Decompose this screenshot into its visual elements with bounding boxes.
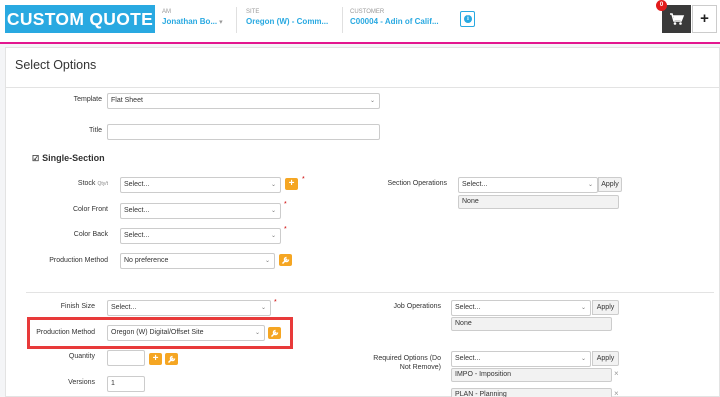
- divider: [236, 7, 237, 33]
- info-button[interactable]: i: [460, 11, 475, 27]
- cart-count-badge: 0: [656, 0, 667, 11]
- job-operations-apply-button[interactable]: Apply: [592, 300, 619, 315]
- info-icon: i: [464, 15, 472, 23]
- check-icon: ☑: [32, 154, 40, 163]
- cart-button[interactable]: [662, 5, 691, 33]
- am-label: AM: [162, 9, 171, 15]
- am-value: Jonathan Bo...: [162, 17, 218, 26]
- section-title-text: Single-Section: [42, 153, 105, 163]
- section-operations-select[interactable]: Select... ⌄: [458, 177, 598, 193]
- stock-label: Stock Qty/t: [78, 180, 108, 187]
- color-back-value: Select...: [124, 232, 150, 239]
- color-back-select[interactable]: Select... ⌄: [120, 228, 281, 244]
- finish-size-value: Select...: [111, 304, 137, 311]
- required-options-label-line1: Required Options (Do: [373, 355, 441, 362]
- plus-icon: +: [152, 353, 159, 364]
- section-title: ☑ Single-Section: [32, 153, 105, 163]
- chevron-down-icon: ⌄: [270, 182, 276, 188]
- required-mark: *: [284, 226, 287, 233]
- section-operations-apply-button[interactable]: Apply: [598, 177, 622, 192]
- site-value: Oregon (W) - Comm...: [246, 17, 329, 26]
- production-method-value: No preference: [124, 257, 169, 264]
- template-select[interactable]: Flat Sheet ⌄: [107, 93, 380, 109]
- chevron-down-icon: ⌄: [270, 208, 276, 214]
- chevron-down-icon: ▾: [219, 19, 223, 26]
- quantity-label: Quantity: [68, 353, 95, 360]
- divider: [26, 292, 714, 293]
- title-input[interactable]: [107, 124, 380, 140]
- section-operations-label: Section Operations: [387, 180, 447, 187]
- site-label: SITE: [246, 9, 260, 15]
- required-option-item: IMPO - Imposition: [451, 368, 612, 382]
- plus-icon: +: [288, 178, 295, 189]
- wrench-icon: [167, 355, 176, 364]
- job-operations-label: Job Operations: [393, 303, 441, 310]
- color-front-label: Color Front: [72, 206, 108, 213]
- section-operations-value: Select...: [462, 181, 488, 188]
- stock-sublabel: Qty/t: [97, 181, 108, 187]
- color-front-value: Select...: [124, 207, 150, 214]
- template-label: Template: [73, 96, 102, 103]
- chevron-down-icon: ⌄: [587, 182, 593, 188]
- production-method-label: Production Method: [49, 257, 108, 264]
- customer-label: CUSTOMER: [350, 9, 385, 15]
- stock-select[interactable]: Select... ⌄: [120, 177, 281, 193]
- add-button[interactable]: +: [692, 5, 717, 33]
- section-operations-selected: None: [458, 195, 619, 209]
- chevron-down-icon: ⌄: [270, 233, 276, 239]
- stock-value: Select...: [124, 181, 150, 188]
- required-options-label: Required Options (Do Not Remove): [373, 354, 441, 372]
- add-stock-button[interactable]: +: [285, 178, 298, 190]
- chevron-down-icon: ⌄: [580, 305, 586, 311]
- top-bar: CUSTOM QUOTE AM Jonathan Bo... ▾ SITE Ore…: [0, 0, 720, 44]
- stock-label-text: Stock: [77, 180, 96, 187]
- highlight-box: [27, 317, 293, 349]
- wrench-icon: [281, 256, 290, 265]
- quantity-settings-button[interactable]: [165, 353, 178, 365]
- customer-selector[interactable]: CUSTOMER C00004 - Adin of Calif...: [350, 8, 439, 34]
- production-method-select[interactable]: No preference ⌄: [120, 253, 275, 269]
- finish-size-select[interactable]: Select... ⌄: [107, 300, 271, 316]
- production-method-settings-button[interactable]: [279, 254, 292, 266]
- template-value: Flat Sheet: [111, 97, 143, 104]
- select-options-panel: Select Options Template Flat Sheet ⌄ Tit…: [5, 47, 720, 397]
- site-selector[interactable]: SITE Oregon (W) - Comm...: [246, 8, 328, 34]
- chevron-down-icon: ⌄: [264, 258, 270, 264]
- color-front-select[interactable]: Select... ⌄: [120, 203, 281, 219]
- am-selector[interactable]: AM Jonathan Bo... ▾: [162, 8, 223, 34]
- versions-input[interactable]: 1: [107, 376, 145, 392]
- color-back-label: Color Back: [73, 231, 108, 238]
- job-operations-select[interactable]: Select... ⌄: [451, 300, 591, 316]
- chevron-down-icon: ⌄: [260, 305, 266, 311]
- quantity-input[interactable]: [107, 350, 145, 366]
- required-options-value: Select...: [455, 355, 481, 362]
- remove-icon[interactable]: ×: [614, 389, 619, 397]
- required-options-apply-button[interactable]: Apply: [592, 351, 619, 366]
- finish-size-label: Finish Size: [60, 303, 95, 310]
- required-mark: *: [274, 299, 277, 306]
- required-option-item: PLAN - Planning: [451, 388, 612, 397]
- required-options-label-line2: Not Remove): [399, 364, 441, 371]
- chevron-down-icon: ⌄: [369, 98, 375, 104]
- versions-label: Versions: [68, 379, 95, 386]
- job-operations-selected: None: [451, 317, 612, 331]
- divider: [342, 7, 343, 33]
- cart-icon: [670, 13, 685, 25]
- chevron-down-icon: ⌄: [580, 356, 586, 362]
- title-label: Title: [89, 127, 102, 134]
- divider: [6, 87, 719, 88]
- add-quantity-button[interactable]: +: [149, 353, 162, 365]
- panel-title: Select Options: [15, 58, 97, 72]
- required-options-select[interactable]: Select... ⌄: [451, 351, 591, 367]
- required-mark: *: [302, 176, 305, 183]
- required-mark: *: [284, 201, 287, 208]
- job-operations-value: Select...: [455, 304, 481, 311]
- customer-value: C00004 - Adin of Calif...: [350, 17, 439, 26]
- remove-icon[interactable]: ×: [614, 369, 619, 378]
- app-title: CUSTOM QUOTE: [5, 5, 155, 33]
